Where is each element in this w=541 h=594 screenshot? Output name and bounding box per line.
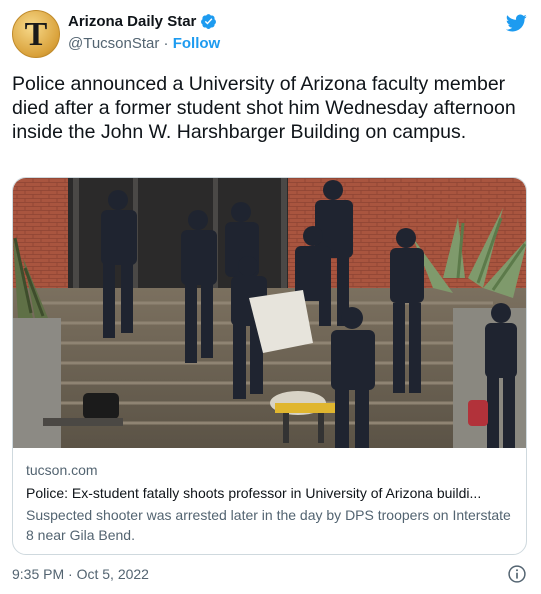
avatar[interactable]: T [12, 10, 60, 58]
card-domain: tucson.com [26, 462, 98, 478]
card-headline[interactable]: Police: Ex-student fatally shoots profes… [26, 484, 516, 503]
verified-badge-icon [201, 14, 217, 29]
tweet-text: Police announced a University of Arizona… [12, 73, 516, 143]
info-icon[interactable] [507, 564, 527, 584]
link-card[interactable]: tucson.com Police: Ex-student fatally sh… [12, 177, 527, 555]
tweet: T Arizona Daily Star @TucsonStar · Follo… [0, 0, 541, 594]
author-handle-row: @TucsonStar · Follow [68, 35, 220, 52]
tweet-timestamp[interactable]: 9:35 PM · Oct 5, 2022 [12, 566, 149, 582]
author-name[interactable]: Arizona Daily Star [68, 13, 196, 30]
bird-icon[interactable] [505, 12, 527, 34]
card-info: tucson.com Police: Ex-student fatally sh… [26, 461, 516, 545]
handle-separator: · [163, 35, 169, 52]
article-photo[interactable] [13, 178, 527, 448]
card-description: Suspected shooter was arrested later in … [26, 507, 511, 543]
avatar-letter: T [24, 16, 48, 53]
follow-button[interactable]: Follow [173, 35, 221, 52]
author-handle[interactable]: @TucsonStar [68, 35, 159, 52]
author-name-row: Arizona Daily Star [68, 13, 217, 30]
